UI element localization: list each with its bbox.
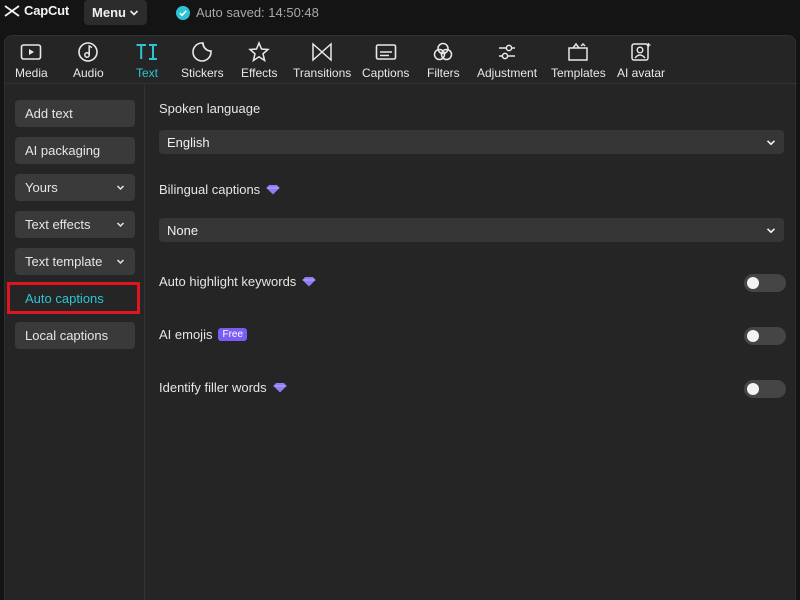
- adjustment-icon: [499, 44, 516, 60]
- filters-icon: [434, 42, 453, 61]
- spoken-language-row: Spoken language: [159, 101, 260, 116]
- chevron-down-icon: [116, 185, 125, 191]
- check-circle-icon: [176, 5, 190, 20]
- filler-words-row: Identify filler words: [159, 380, 287, 395]
- spoken-language-label: Spoken language: [159, 101, 261, 116]
- tab-templates[interactable]: Templates: [551, 40, 606, 80]
- tab-transitions[interactable]: Transitions: [293, 40, 351, 80]
- top-bar: CapCut Menu Auto saved: 14:50:48: [0, 0, 800, 26]
- highlight-annotation-box: [7, 282, 140, 314]
- tab-label: AI avatar: [617, 66, 666, 80]
- chevron-down-icon: [116, 259, 125, 265]
- transitions-icon: [312, 42, 332, 62]
- autosave-text: Auto saved: 14:50:48: [196, 5, 319, 20]
- text-panel: Media Audio Text Stickers Effects Transi…: [4, 35, 797, 600]
- tab-label: Transitions: [293, 66, 352, 80]
- templates-icon: [568, 42, 589, 61]
- text-sidebar: Add text AI packaging Yours Text effects…: [5, 85, 145, 600]
- tab-label: Captions: [362, 66, 410, 80]
- tab-text[interactable]: Text: [135, 40, 159, 80]
- free-badge: Free: [218, 328, 248, 341]
- menu-label: Menu: [92, 5, 126, 20]
- filler-words-toggle[interactable]: [744, 380, 786, 398]
- auto-highlight-toggle[interactable]: [744, 274, 786, 292]
- toggle-knob: [747, 383, 759, 395]
- premium-diamond-icon: [302, 277, 316, 287]
- tab-label: Filters: [427, 66, 460, 80]
- sidebar-item-local-captions[interactable]: Local captions: [15, 322, 135, 349]
- sidebar-item-ai-packaging[interactable]: AI packaging: [15, 137, 135, 164]
- tab-adjustment[interactable]: Adjustment: [477, 40, 537, 80]
- bilingual-captions-value: None: [167, 222, 199, 238]
- logo-text: CapCut: [24, 3, 70, 18]
- tab-filters[interactable]: Filters: [427, 40, 460, 80]
- auto-highlight-label: Auto highlight keywords: [159, 274, 297, 289]
- effects-icon: [248, 41, 271, 63]
- sidebar-item-label: Yours: [25, 180, 58, 195]
- ai-emojis-label: AI emojis: [159, 327, 213, 342]
- tab-media[interactable]: Media: [15, 40, 48, 80]
- sidebar-item-label: Text effects: [25, 217, 91, 232]
- sidebar-item-text-effects[interactable]: Text effects: [15, 211, 135, 238]
- asset-toolbar: Media Audio Text Stickers Effects Transi…: [5, 36, 797, 84]
- sidebar-item-text-template[interactable]: Text template: [15, 248, 135, 275]
- bilingual-captions-label: Bilingual captions: [159, 182, 261, 197]
- chevron-down-icon: [766, 227, 776, 233]
- text-icon: [136, 44, 157, 60]
- tab-label: Effects: [241, 66, 278, 80]
- ai-emojis-toggle[interactable]: [744, 327, 786, 345]
- capcut-logo: CapCut: [4, 3, 69, 18]
- autosave-status: Auto saved: 14:50:48: [176, 5, 319, 20]
- premium-diamond-icon: [266, 185, 280, 195]
- chevron-down-icon: [129, 9, 139, 16]
- tab-label: Audio: [73, 66, 104, 80]
- chevron-down-icon: [766, 139, 776, 145]
- sidebar-item-yours[interactable]: Yours: [15, 174, 135, 201]
- auto-highlight-row: Auto highlight keywords: [159, 274, 316, 289]
- premium-diamond-icon: [273, 383, 287, 393]
- chevron-down-icon: [116, 222, 125, 228]
- sidebar-item-label: AI packaging: [25, 143, 101, 158]
- tab-label: Media: [15, 66, 48, 80]
- tab-effects[interactable]: Effects: [241, 40, 277, 80]
- capcut-logo-icon: [4, 4, 20, 17]
- ai-avatar-icon: [631, 43, 651, 61]
- tab-label: Templates: [551, 66, 606, 80]
- tab-label: Text: [135, 66, 158, 80]
- sidebar-item-add-text[interactable]: Add text: [15, 100, 135, 127]
- media-icon: [21, 44, 42, 60]
- tab-label: Stickers: [181, 66, 224, 80]
- tab-ai-avatar[interactable]: AI avatar: [617, 40, 665, 80]
- tab-label: Adjustment: [477, 66, 538, 80]
- spoken-language-select[interactable]: English: [159, 130, 784, 154]
- ai-emojis-row: AI emojis Free: [159, 327, 248, 342]
- auto-captions-settings: Spoken language English Bilingual captio…: [159, 85, 786, 600]
- toggle-knob: [747, 330, 759, 342]
- filler-words-label: Identify filler words: [159, 380, 267, 395]
- sidebar-item-label: Local captions: [25, 328, 109, 343]
- spoken-language-value: English: [167, 134, 210, 150]
- menu-button[interactable]: Menu: [84, 0, 147, 25]
- tab-audio[interactable]: Audio: [73, 40, 104, 80]
- bilingual-captions-select[interactable]: None: [159, 218, 784, 242]
- toggle-knob: [747, 277, 759, 289]
- stickers-icon: [192, 42, 213, 62]
- bilingual-captions-row: Bilingual captions: [159, 182, 280, 197]
- sidebar-item-label: Add text: [25, 106, 73, 121]
- tab-captions[interactable]: Captions: [362, 40, 409, 80]
- audio-icon: [78, 42, 99, 62]
- sidebar-item-label: Text template: [25, 254, 103, 269]
- captions-icon: [375, 44, 396, 60]
- tab-stickers[interactable]: Stickers: [181, 40, 224, 80]
